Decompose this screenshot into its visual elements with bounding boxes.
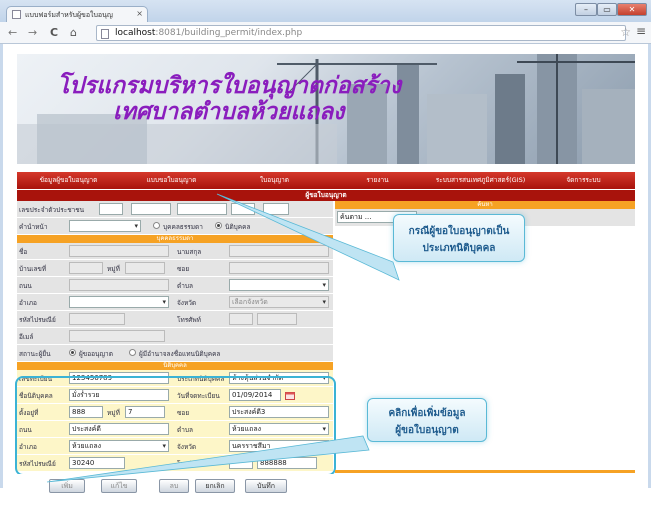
juristic-callout-line2: ประเภทนิติบุคคล: [422, 243, 496, 254]
url-input[interactable]: localhost:8081/building_permit/index.php: [96, 25, 626, 41]
delete-button[interactable]: ลบ: [159, 479, 189, 493]
add-callout-line1: คลิกเพื่อเพิ่มข้อมูล: [388, 408, 466, 419]
form-row: คำนำหน้า บุคคลธรรมดา นิติบุคคล: [17, 218, 333, 235]
id-field-3[interactable]: [177, 203, 227, 215]
bookmark-star-icon[interactable]: ☆: [620, 25, 631, 39]
soi-field[interactable]: [229, 262, 329, 274]
menu-item-applicant[interactable]: ข้อมูลผู้ขอใบอนุญาต: [17, 172, 120, 189]
add-callout: คลิกเพื่อเพิ่มข้อมูล ผู้ขอใบอนุญาต: [367, 398, 487, 442]
page-icon: [12, 10, 21, 19]
juristic-callout-line1: กรณีผู้ขอใบอนุญาตเป็น: [408, 226, 510, 237]
tambon-select[interactable]: [229, 279, 329, 291]
page: โปรแกรมบริหารใบอนุญาตก่อสร้าง เทศบาลตำบล…: [3, 44, 648, 506]
search-header: ค้นหา: [335, 201, 635, 209]
road-label: ถนน: [19, 282, 32, 290]
menu-item-admin[interactable]: จัดการระบบ: [532, 172, 635, 189]
form-row: ถนน ตำบล: [17, 277, 333, 294]
radio-status-representative-label: ผู้มีอำนาจลงชื่อแทนนิติบุคคล: [139, 350, 221, 358]
moo-field[interactable]: [125, 262, 165, 274]
radio-person-label: บุคคลธรรมดา: [163, 223, 203, 231]
minimize-button[interactable]: –: [575, 3, 597, 16]
radio-status-applicant[interactable]: [69, 349, 76, 356]
id-field-5[interactable]: [263, 203, 289, 215]
tab-title: แบบฟอร์มสำหรับผู้ขอใบอนุญ: [25, 11, 113, 19]
form-row: อำเภอ จังหวัด เลือกจังหวัด: [17, 294, 333, 311]
save-button[interactable]: บันทึก: [245, 479, 287, 493]
header-banner: โปรแกรมบริหารใบอนุญาตก่อสร้าง เทศบาลตำบล…: [17, 54, 635, 164]
person-section-header: บุคคลธรรมดา: [17, 235, 333, 243]
postcode-label: รหัสไปรษณีย์: [19, 316, 56, 324]
amphoe-select[interactable]: [69, 296, 169, 308]
juristic-section-header: นิติบุคคล: [17, 362, 333, 370]
name-field[interactable]: [69, 245, 169, 257]
radio-juristic[interactable]: [215, 222, 222, 229]
id-label: เลขประจำตัวประชาชน: [19, 206, 85, 214]
radio-person[interactable]: [153, 222, 160, 229]
url-path: :8081/building_permit/index.php: [155, 28, 303, 38]
id-field-1[interactable]: [99, 203, 123, 215]
maximize-button[interactable]: ▭: [597, 3, 617, 16]
add-callout-line2: ผู้ขอใบอนุญาต: [395, 425, 459, 436]
menu-item-report[interactable]: รายงาน: [326, 172, 429, 189]
reload-icon[interactable]: C: [50, 25, 58, 41]
phone-label: โทรศัพท์: [177, 316, 201, 324]
form-row: เลขประจำตัวประชาชน: [17, 201, 333, 218]
road-field[interactable]: [69, 279, 169, 291]
add-button[interactable]: เพิ่ม: [49, 479, 85, 493]
browser-tab[interactable]: แบบฟอร์มสำหรับผู้ขอใบอนุญ ×: [6, 6, 148, 22]
menu-item-permit[interactable]: ใบอนุญาต: [223, 172, 326, 189]
id-field-2[interactable]: [131, 203, 171, 215]
house-label: บ้านเลขที่: [19, 265, 47, 273]
banner-subtitle: เทศบาลตำบลห้วยแถลง: [113, 98, 345, 125]
radio-status-representative[interactable]: [129, 349, 136, 356]
url-host: localhost: [115, 28, 156, 38]
page-icon: [101, 29, 109, 39]
juristic-highlight-frame: [15, 376, 336, 476]
section-title: ผู้ขอใบอนุญาต: [17, 190, 635, 201]
prefix-label: คำนำหน้า: [19, 223, 48, 231]
main-menu: ข้อมูลผู้ขอใบอนุญาต แบบขอใบอนุญาต ใบอนุญ…: [17, 172, 635, 189]
edit-button[interactable]: แก้ไข: [101, 479, 137, 493]
radio-status-applicant-label: ผู้ขออนุญาต: [79, 350, 113, 358]
email-label: อีเมล์: [19, 333, 34, 341]
id-field-4[interactable]: [231, 203, 255, 215]
house-field[interactable]: [69, 262, 103, 274]
menu-item-application-form[interactable]: แบบขอใบอนุญาต: [120, 172, 223, 189]
back-icon[interactable]: ←: [8, 25, 17, 41]
action-buttons: เพิ่ม แก้ไข ลบ ยกเลิก บันทึก: [17, 474, 635, 506]
tab-bar: แบบฟอร์มสำหรับผู้ขอใบอนุญ × – ▭ ✕: [0, 0, 651, 22]
surname-label: นามสกุล: [177, 248, 202, 256]
amphoe-label: อำเภอ: [19, 299, 37, 307]
form-row: ชื่อ นามสกุล: [17, 243, 333, 260]
surname-field[interactable]: [229, 245, 329, 257]
panel-divider: [335, 470, 635, 473]
moo-label: หมู่ที่: [107, 265, 120, 273]
form-row: รหัสไปรษณีย์ โทรศัพท์: [17, 311, 333, 328]
address-bar: ← → C ⌂ localhost:8081/building_permit/i…: [0, 22, 651, 44]
window-close-button[interactable]: ✕: [617, 3, 647, 16]
forward-icon[interactable]: →: [28, 25, 37, 41]
menu-item-gis[interactable]: ระบบสารสนเทศภูมิศาสตร์(GIS): [429, 172, 532, 189]
postcode-field[interactable]: [69, 313, 125, 325]
form-row: บ้านเลขที่ หมู่ที่ ซอย: [17, 260, 333, 277]
name-label: ชื่อ: [19, 248, 28, 256]
phone-number-field[interactable]: [257, 313, 297, 325]
form-row: สถานะผู้ยื่น ผู้ขออนุญาต ผู้มีอำนาจลงชื่…: [17, 345, 333, 362]
email-field[interactable]: [69, 330, 165, 342]
province-select[interactable]: เลือกจังหวัด: [229, 296, 329, 308]
prefix-select[interactable]: [69, 220, 141, 232]
phone-area-field[interactable]: [229, 313, 253, 325]
province-label: จังหวัด: [177, 299, 197, 307]
home-icon[interactable]: ⌂: [70, 25, 77, 41]
tambon-label: ตำบล: [177, 282, 193, 290]
tab-close-icon[interactable]: ×: [136, 9, 143, 18]
juristic-callout: กรณีผู้ขอใบอนุญาตเป็น ประเภทนิติบุคคล: [393, 214, 525, 262]
soi-label: ซอย: [177, 265, 190, 273]
cancel-button[interactable]: ยกเลิก: [195, 479, 235, 493]
browser-menu-icon[interactable]: ≡: [636, 24, 646, 38]
radio-juristic-label: นิติบุคคล: [225, 223, 251, 231]
status-label: สถานะผู้ยื่น: [19, 350, 51, 358]
form-row: อีเมล์: [17, 328, 333, 345]
